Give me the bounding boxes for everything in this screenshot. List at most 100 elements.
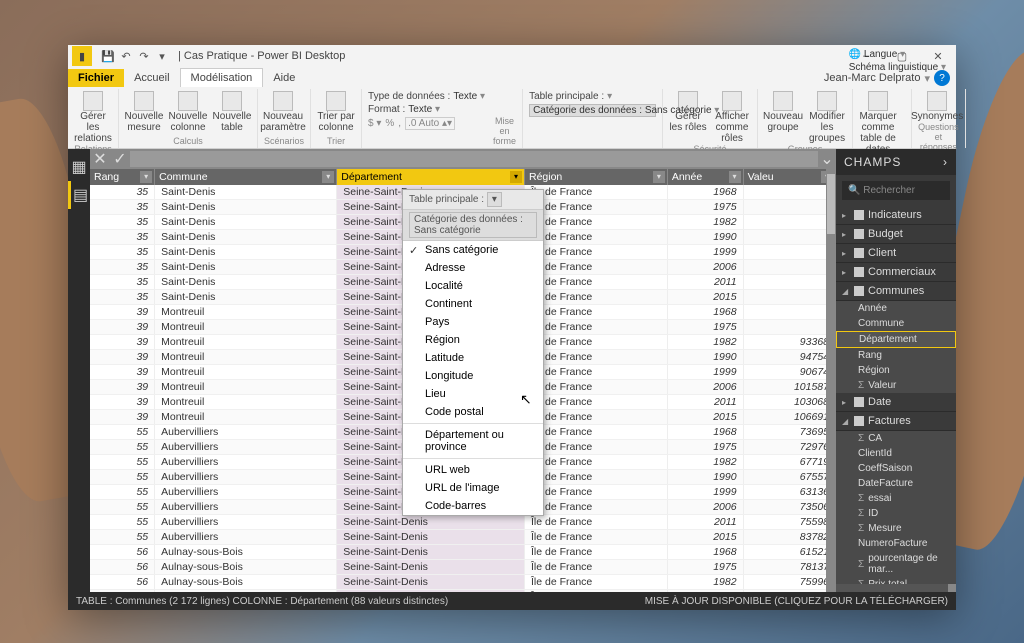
col-valeu[interactable]: Valeu▾ [743, 169, 835, 185]
field-essai[interactable]: essai [836, 491, 956, 506]
menu-tab-accueil[interactable]: Accueil [124, 69, 179, 87]
ribbon-marquer-comme-table-de-dates[interactable]: Marquer comme table de dates [859, 91, 897, 155]
ribbon-synonymes[interactable]: Synonymes [918, 91, 956, 122]
field-ca[interactable]: CA [836, 431, 956, 446]
table-communes[interactable]: ◢Communes [836, 282, 956, 301]
comma-button[interactable]: , [398, 118, 401, 129]
user-label[interactable]: Jean-Marc Delprato [824, 72, 921, 84]
col-région[interactable]: Région▾ [524, 169, 667, 185]
ribbon-nouvelle-mesure[interactable]: Nouvelle mesure [125, 91, 163, 133]
col-filter-icon[interactable]: ▾ [729, 171, 741, 183]
ribbon-trier-par-colonne[interactable]: Trier par colonne [317, 91, 355, 133]
table-row[interactable]: 56Aulnay-sous-BoisSeine-Saint-DenisÎle d… [90, 575, 836, 590]
col-filter-icon[interactable]: ▾ [140, 171, 152, 183]
ribbon: Gérer les relationsRelations Nouvelle me… [68, 89, 956, 149]
field-id[interactable]: ID [836, 506, 956, 521]
percent-button[interactable]: % [385, 118, 394, 129]
category-item-latitude[interactable]: Latitude [403, 349, 543, 367]
field-pourcentage-de-mar-[interactable]: pourcentage de mar... [836, 551, 956, 577]
language-dropdown[interactable]: 🌐 Langue [849, 49, 946, 60]
menu-tab-modélisation[interactable]: Modélisation [180, 68, 264, 87]
category-dropdown-button[interactable]: Catégorie des données : Sans catégorie [533, 105, 719, 116]
category-item-d-partement-ou-province[interactable]: Département ou province [403, 426, 543, 456]
table-row[interactable]: 55AubervilliersSeine-Saint-DenisÎle de F… [90, 530, 836, 545]
qat-more-icon[interactable]: ▾ [154, 48, 170, 64]
table-scrollbar[interactable] [826, 169, 836, 592]
formula-input[interactable] [130, 151, 818, 167]
field-commune[interactable]: Commune [836, 316, 956, 331]
field-r-gion[interactable]: Région [836, 363, 956, 378]
fields-search-input[interactable]: 🔍 Rechercher [842, 181, 950, 200]
table-client[interactable]: ▸Client [836, 244, 956, 263]
col-filter-icon[interactable]: ▾ [510, 171, 522, 183]
category-item-adresse[interactable]: Adresse [403, 259, 543, 277]
datatype-dropdown[interactable]: Texte [453, 91, 485, 102]
category-item-continent[interactable]: Continent [403, 295, 543, 313]
col-rang[interactable]: Rang▾ [90, 169, 155, 185]
redo-icon[interactable]: ↷ [136, 48, 152, 64]
field-numerofacture[interactable]: NumeroFacture [836, 536, 956, 551]
ribbon-nouvelle-colonne[interactable]: Nouvelle colonne [169, 91, 207, 133]
save-icon[interactable]: 💾 [100, 48, 116, 64]
data-view-icon[interactable]: ▤ [68, 181, 90, 209]
format-dropdown[interactable]: Texte [408, 104, 440, 115]
category-item-code-barres[interactable]: Code-barres [403, 497, 543, 515]
field-prix-total[interactable]: Prix total [836, 577, 956, 584]
currency-button[interactable]: $ ▾ [368, 118, 381, 129]
ribbon-modifier-les-groupes[interactable]: Modifier les groupes [808, 91, 846, 144]
table-row[interactable]: 56Aulnay-sous-BoisSeine-Saint-DenisÎle d… [90, 560, 836, 575]
category-item-pays[interactable]: Pays [403, 313, 543, 331]
undo-icon[interactable]: ↶ [118, 48, 134, 64]
col-département[interactable]: Département▾ [337, 169, 525, 185]
field-coeffsaison[interactable]: CoeffSaison [836, 461, 956, 476]
fx-accept-icon[interactable]: ✓ [110, 149, 130, 169]
ribbon-g-rer-les-relations[interactable]: Gérer les relations [74, 91, 112, 144]
navbar: ▦ ▤ [68, 149, 90, 592]
category-item-url-de-l-image[interactable]: URL de l'image [403, 479, 543, 497]
fields-collapse-icon[interactable]: › [943, 155, 948, 169]
ribbon-nouvelle-table[interactable]: Nouvelle table [213, 91, 251, 133]
maintable-dropdown[interactable] [607, 91, 612, 102]
menu-tab-aide[interactable]: Aide [263, 69, 305, 87]
category-item-lieu[interactable]: Lieu [403, 385, 543, 403]
field-clientid[interactable]: ClientId [836, 446, 956, 461]
schema-dropdown[interactable]: Schéma linguistique [849, 62, 946, 73]
fx-expand-icon[interactable]: ⌄ [818, 149, 836, 169]
col-filter-icon[interactable]: ▾ [322, 171, 334, 183]
category-item-sans-cat-gorie[interactable]: Sans catégorie [403, 241, 543, 259]
ribbon-g-rer-les-r-les[interactable]: Gérer les rôles [669, 91, 707, 144]
report-view-icon[interactable]: ▦ [68, 153, 90, 181]
field-rang[interactable]: Rang [836, 348, 956, 363]
field-datefacture[interactable]: DateFacture [836, 476, 956, 491]
table-date[interactable]: ▸Date [836, 393, 956, 412]
field-valeur[interactable]: Valeur [836, 378, 956, 393]
table-row[interactable]: 56Aulnay-sous-BoisSeine-Saint-DenisÎle d… [90, 590, 836, 593]
field-mesure[interactable]: Mesure [836, 521, 956, 536]
category-item-longitude[interactable]: Longitude [403, 367, 543, 385]
table-row[interactable]: 55AubervilliersSeine-Saint-DenisÎle de F… [90, 515, 836, 530]
file-tab[interactable]: Fichier [68, 69, 124, 87]
table-row[interactable]: 56Aulnay-sous-BoisSeine-Saint-DenisÎle d… [90, 545, 836, 560]
fx-cancel-icon[interactable]: ✕ [90, 149, 110, 169]
table-factures[interactable]: ◢Factures [836, 412, 956, 431]
col-année[interactable]: Année▾ [667, 169, 743, 185]
table-commerciaux[interactable]: ▸Commerciaux [836, 263, 956, 282]
field-ann-e[interactable]: Année [836, 301, 956, 316]
maintable-inline-dropdown[interactable]: ▾ [487, 192, 502, 207]
ribbon-nouveau-param-tre[interactable]: Nouveau paramètre [264, 91, 302, 133]
col-filter-icon[interactable]: ▾ [653, 171, 665, 183]
decimals-stepper[interactable]: .0 Auto ▴▾ [405, 117, 455, 130]
category-header[interactable]: Catégorie des données : Sans catégorie [403, 210, 543, 241]
category-item-url-web[interactable]: URL web [403, 461, 543, 479]
ribbon-afficher-comme-r-les[interactable]: Afficher comme rôles [713, 91, 751, 144]
category-item-r-gion[interactable]: Région [403, 331, 543, 349]
table-indicateurs[interactable]: ▸Indicateurs [836, 206, 956, 225]
ribbon-nouveau-groupe[interactable]: Nouveau groupe [764, 91, 802, 144]
update-link[interactable]: MISE À JOUR DISPONIBLE (CLIQUEZ POUR LA … [645, 596, 948, 607]
category-item-code-postal[interactable]: Code postal [403, 403, 543, 421]
fields-scrollbar[interactable] [948, 584, 956, 592]
col-commune[interactable]: Commune▾ [155, 169, 337, 185]
field-d-partement[interactable]: Département [836, 331, 956, 348]
category-item-localit-[interactable]: Localité [403, 277, 543, 295]
table-budget[interactable]: ▸Budget [836, 225, 956, 244]
